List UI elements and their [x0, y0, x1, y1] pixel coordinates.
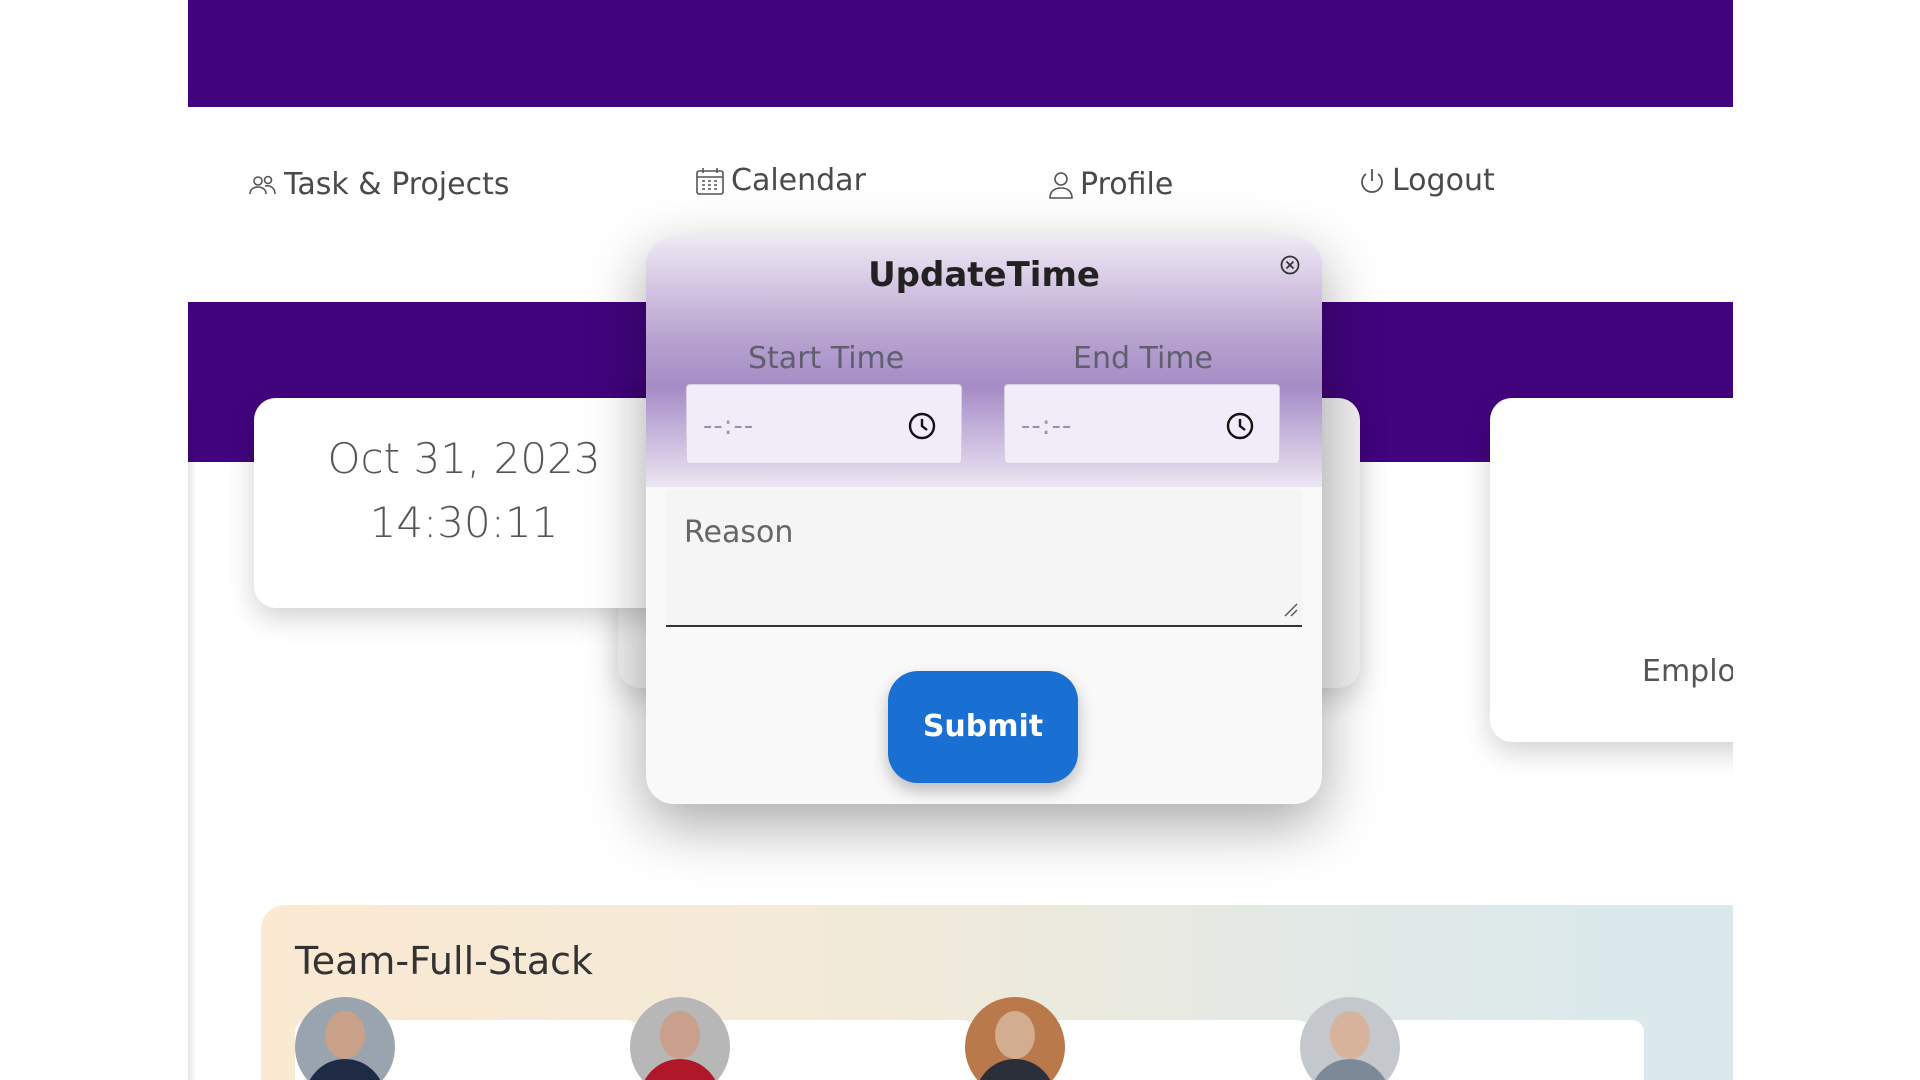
users-icon: [248, 173, 278, 197]
nav-item-label: Task & Projects: [284, 167, 510, 202]
current-date: Oct 31, 2023: [327, 434, 601, 483]
nav-item-profile[interactable]: Profile: [1048, 167, 1173, 202]
current-time: 14:30:11: [369, 498, 559, 547]
end-time-label: End Time: [1073, 341, 1213, 376]
end-time-placeholder: --:--: [1021, 411, 1073, 441]
user-icon: [1048, 170, 1074, 200]
power-icon: [1358, 166, 1386, 196]
employee-card-label: Emplo: [1642, 654, 1733, 689]
nav-item-task-projects[interactable]: Task & Projects: [248, 167, 509, 202]
clock-icon[interactable]: [1225, 411, 1255, 445]
avatar: [295, 997, 395, 1080]
clock-icon[interactable]: [907, 411, 937, 445]
top-banner: [188, 0, 1733, 107]
update-time-modal: UpdateTime Start Time End Time --:-- --:…: [646, 237, 1322, 804]
start-time-label: Start Time: [748, 341, 905, 376]
end-time-input[interactable]: --:--: [1004, 384, 1280, 464]
resize-handle-icon[interactable]: [1282, 601, 1298, 621]
reason-textarea[interactable]: Reason: [666, 489, 1302, 627]
modal-title: UpdateTime: [868, 255, 1100, 295]
employee-card: Emplo: [1490, 398, 1733, 742]
avatar: [1300, 997, 1400, 1080]
calendar-icon: [695, 166, 725, 196]
nav-item-label: Calendar: [731, 163, 866, 198]
date-card: Oct 31, 2023 14:30:11: [254, 398, 674, 608]
reason-placeholder: Reason: [684, 515, 794, 550]
nav-item-calendar[interactable]: Calendar: [695, 163, 866, 198]
submit-button[interactable]: Submit: [888, 671, 1078, 783]
avatar: [965, 997, 1065, 1080]
start-time-input[interactable]: --:--: [686, 384, 962, 464]
nav-item-label: Logout: [1392, 163, 1495, 198]
edge-shadow: [188, 400, 196, 1080]
nav-item-label: Profile: [1080, 167, 1174, 202]
avatar: [630, 997, 730, 1080]
team-panel: Team-Full-Stack: [261, 905, 1733, 1080]
nav-item-logout[interactable]: Logout: [1358, 163, 1495, 198]
close-icon[interactable]: [1280, 255, 1300, 275]
start-time-placeholder: --:--: [703, 411, 755, 441]
team-title: Team-Full-Stack: [295, 939, 594, 983]
